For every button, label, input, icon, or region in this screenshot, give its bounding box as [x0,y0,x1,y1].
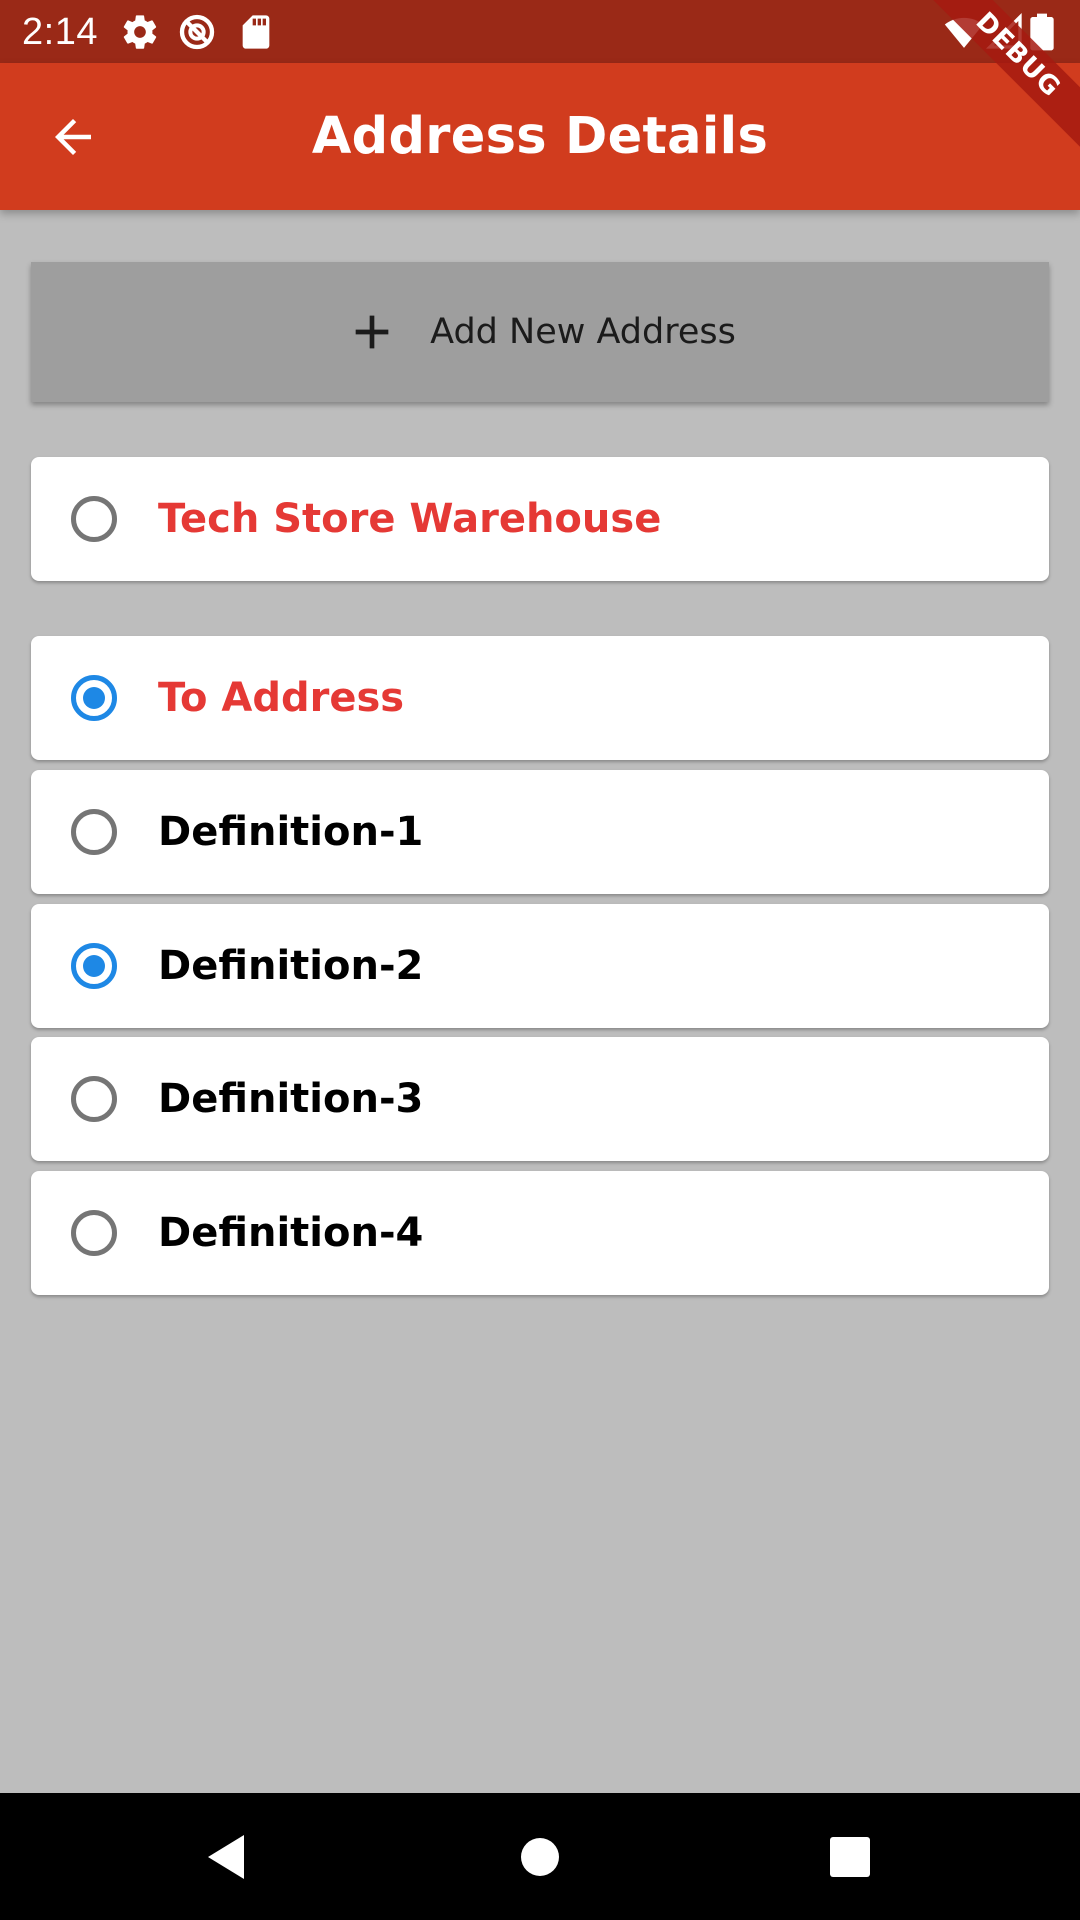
nav-home-button[interactable] [500,1817,580,1897]
page-title: Address Details [311,107,769,166]
sd-card-icon [236,12,276,52]
radio-button[interactable] [71,1076,117,1122]
status-bar: 2:14 [0,0,1080,63]
battery-icon [1030,12,1056,52]
radio-button-selected[interactable] [71,943,117,989]
signal-icon [985,12,1025,52]
address-label: Tech Store Warehouse [158,496,662,542]
definition-card-4[interactable]: Definition-4 [31,1171,1049,1295]
radio-button[interactable] [71,1210,117,1256]
recents-square-icon [829,1836,871,1878]
definition-card-2[interactable]: Definition-2 [31,904,1049,1028]
add-new-address-label: Add New Address [430,312,736,352]
home-circle-icon [518,1835,562,1879]
radio-button-selected[interactable] [71,675,117,721]
definition-label: Definition-4 [158,1210,424,1256]
nav-recents-button[interactable] [810,1817,890,1897]
definition-label: Definition-3 [158,1076,424,1122]
sync-icon [177,12,217,52]
plus-icon [344,304,400,360]
system-nav-bar [0,1793,1080,1920]
screen: 2:14 Address Details DEBUG Add New Addre… [0,0,1080,1920]
app-bar: Address Details [0,63,1080,210]
definition-card-3[interactable]: Definition-3 [31,1037,1049,1161]
wifi-icon [944,12,984,52]
status-time: 2:14 [22,11,98,53]
settings-icon [120,12,160,52]
address-card-warehouse[interactable]: Tech Store Warehouse [31,457,1049,581]
definition-card-1[interactable]: Definition-1 [31,770,1049,894]
nav-back-button[interactable] [186,1817,266,1897]
back-triangle-icon [204,1833,248,1881]
definition-label: Definition-2 [158,943,424,989]
definition-label: Definition-1 [158,809,424,855]
address-card-to-address[interactable]: To Address [31,636,1049,760]
radio-button[interactable] [71,809,117,855]
address-label: To Address [158,675,405,721]
add-new-address-button[interactable]: Add New Address [31,262,1049,402]
radio-button[interactable] [71,496,117,542]
